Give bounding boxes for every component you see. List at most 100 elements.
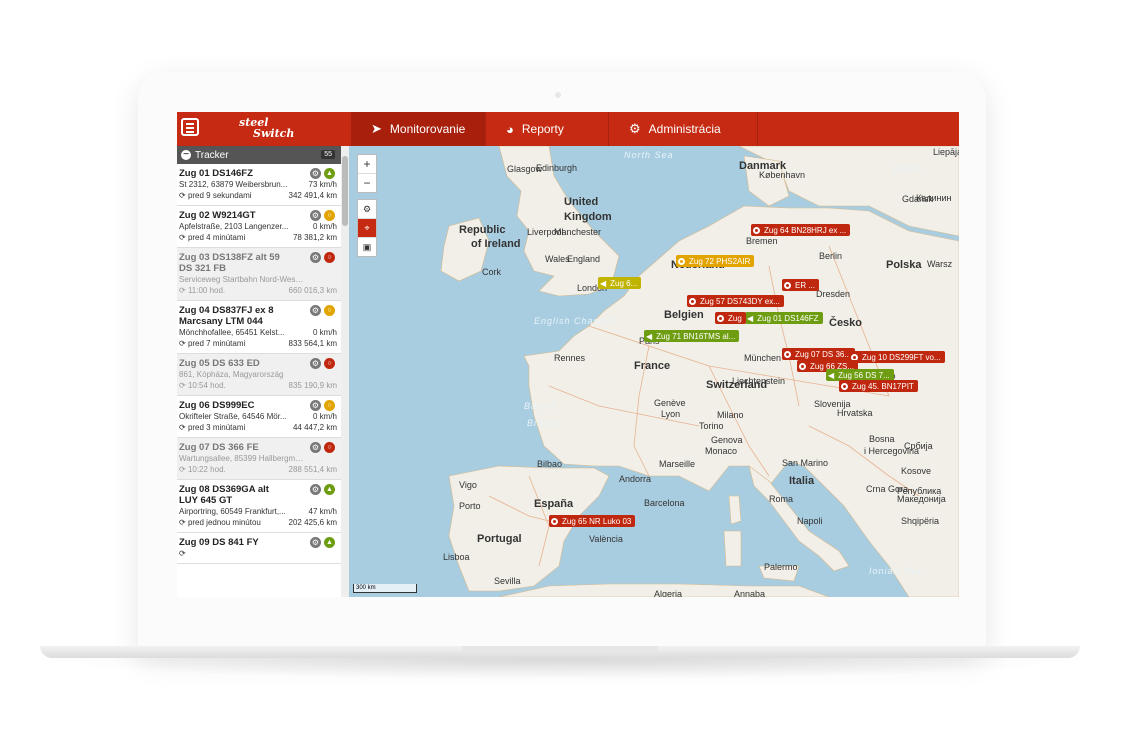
vehicle-marker[interactable]: Zug 07 DS 36... <box>782 348 856 360</box>
tracker-address-row: Wartungsallee, 85399 Hallbergmoos, D... <box>179 453 339 464</box>
tracker-address-row: Mönchhofallee, 65451 Kelst... 0 km/h <box>179 327 339 338</box>
tracker-item[interactable]: Zug 04 DS837FJ ex 8 Marcsany LTM 044 ⚙ ○ Mö… <box>177 301 341 354</box>
tracker-item[interactable]: Zug 08 DS369GA alt LUY 645 GT ⚙ ▲ Airportri… <box>177 480 341 533</box>
tracker-distance: 288 551,4 km <box>288 465 337 474</box>
map-label: Italia <box>789 475 815 487</box>
vehicle-marker[interactable]: Zug 65 NR Luko 03 <box>549 515 636 527</box>
map-label: Napoli <box>797 516 823 526</box>
zoom-in-button[interactable]: + <box>358 155 376 174</box>
nav-label: Administrácia <box>648 122 721 136</box>
tracker-time-row: ⟳ 10:54 hod. 835 190,9 km <box>179 380 339 391</box>
app-screen: steel Switch ➤ Monitorovanie ◕ Reporty ⚙… <box>177 112 959 597</box>
vehicle-marker[interactable]: Zug 64 BN28HRJ ex ... <box>751 224 851 236</box>
marker-label: Zug 65 NR Luko 03 <box>562 516 632 526</box>
vehicle-marker[interactable]: ◀ Zug 71 BN16TMS al... <box>644 330 740 342</box>
map-label: Republic <box>459 224 506 236</box>
status-icon: ○ <box>324 210 335 221</box>
top-navbar: steel Switch ➤ Monitorovanie ◕ Reporty ⚙… <box>177 112 959 146</box>
map-label: Algeria <box>654 589 683 597</box>
tracker-address: Apfelstraße, 2103 Langenzer... <box>179 222 289 231</box>
settings-icon[interactable]: ⚙ <box>310 484 321 495</box>
moving-arrow-icon: ◀ <box>600 278 607 288</box>
tracker-address-row: Apfelstraße, 2103 Langenzer... 0 km/h <box>179 221 339 232</box>
tracker-time: 10:54 hod. <box>187 381 226 390</box>
settings-icon[interactable]: ⚙ <box>310 168 321 179</box>
tracker-item[interactable]: Zug 03 DS138FZ alt 59 DS 321 FB ⚙ ○ Service… <box>177 248 341 301</box>
map-label: Kingdom <box>564 211 612 223</box>
marker-label: Zug 10 DS299FT vo... <box>862 352 941 362</box>
hamburger-menu-button[interactable] <box>181 118 199 136</box>
map-label: Portugal <box>477 533 522 545</box>
settings-icon[interactable]: ⚙ <box>310 252 321 263</box>
tracker-item[interactable]: Zug 07 DS 366 FE ⚙ ○ Wartungsallee, 85399 H… <box>177 438 341 480</box>
tracker-time: pred 7 minútami <box>187 339 246 348</box>
tracker-title: Tracker <box>195 149 229 161</box>
settings-icon[interactable]: ⚙ <box>310 537 321 548</box>
nav-reporty[interactable]: ◕ Reporty <box>486 112 609 146</box>
collapse-icon[interactable]: − <box>181 150 191 160</box>
settings-icon[interactable]: ⚙ <box>358 200 376 219</box>
tracker-speed: 47 km/h <box>308 507 337 516</box>
status-icon: ○ <box>324 358 335 369</box>
sidebar-scrollbar[interactable] <box>341 146 349 597</box>
tracker-header[interactable]: − Tracker 55 <box>177 146 341 164</box>
tracker-address: Airportring, 60549 Frankfurt,... <box>179 507 286 516</box>
scrollbar-thumb[interactable] <box>342 156 348 226</box>
vehicle-marker[interactable]: Zug 57 DS743DY ex... <box>687 295 784 307</box>
tracker-icons: ⚙ ○ <box>310 252 335 263</box>
tracker-count-badge: 55 <box>321 150 335 159</box>
settings-icon[interactable]: ⚙ <box>310 400 321 411</box>
map-label: Česko <box>829 317 863 329</box>
map-label: Ionian Sea <box>869 566 923 576</box>
status-icon: ○ <box>324 442 335 453</box>
map-label: Genève <box>654 398 686 408</box>
tracker-item[interactable]: Zug 02 W9214GT ⚙ ○ Apfelstraße, 2103 Langen… <box>177 206 341 248</box>
vehicle-marker[interactable]: ◀ Zug 6... <box>598 277 642 289</box>
nav-administracia[interactable]: ⚙ Administrácia <box>609 112 758 146</box>
tracker-item[interactable]: Zug 09 DS 841 FY ⚙ ▲ ⟳ <box>177 533 341 564</box>
refresh-icon: ⟳ <box>179 518 186 527</box>
map-view[interactable]: North Sea Bay of Biscay English Channel Balt… <box>349 146 959 597</box>
vehicle-marker[interactable]: ER ... <box>782 279 820 291</box>
vehicle-marker[interactable]: ◀ Zug 01 DS146FZ <box>745 312 823 324</box>
tracker-address-row: Airportring, 60549 Frankfurt,... 47 km/h <box>179 506 339 517</box>
tracker-item[interactable]: Zug 06 DS999EC ⚙ ○ Okrifteler Straße, 64546… <box>177 396 341 438</box>
vehicle-marker[interactable]: Zug 45. BN17PIT <box>839 380 918 392</box>
tracker-item[interactable]: Zug 05 DS 633 ED ⚙ ○ 861, Kópháza, Magyaror… <box>177 354 341 396</box>
tracker-time-row: ⟳ pred 9 sekundami 342 491,4 km <box>179 190 339 201</box>
app-logo[interactable]: steel Switch <box>239 117 294 139</box>
tracker-name: Zug 05 DS 633 ED <box>179 358 260 369</box>
map-label: United <box>564 196 599 208</box>
settings-icon[interactable]: ⚙ <box>310 358 321 369</box>
map-label: Edinburgh <box>536 163 578 173</box>
map-label: València <box>589 534 623 544</box>
map-label: Torino <box>699 421 724 431</box>
laptop-camera <box>555 92 561 98</box>
vehicle-marker[interactable]: Zug 10 DS299FT vo... <box>849 351 945 363</box>
zoom-out-button[interactable]: − <box>358 174 376 192</box>
tracker-speed: 73 km/h <box>308 180 337 189</box>
tracker-distance: 833 564,1 km <box>288 339 337 348</box>
nav-monitorovanie[interactable]: ➤ Monitorovanie <box>351 112 486 146</box>
vehicle-marker[interactable]: Zug 72 PHS2AIR <box>676 255 755 267</box>
settings-icon[interactable]: ⚙ <box>310 442 321 453</box>
marker-label: Zug 64 BN28HRJ ex ... <box>764 225 847 235</box>
map-label: Baltic <box>894 164 923 174</box>
map-label: Србија <box>904 441 933 451</box>
tracker-icons: ⚙ ○ <box>310 400 335 411</box>
save-icon[interactable]: ▣ <box>358 238 376 256</box>
tracker-icons: ⚙ ▲ <box>310 168 335 179</box>
vehicle-marker[interactable]: Zug <box>715 312 746 324</box>
settings-icon[interactable]: ⚙ <box>310 210 321 221</box>
tracker-item[interactable]: Zug 01 DS146FZ ⚙ ▲ St 2312, 63879 Weibersbr… <box>177 164 341 206</box>
status-icon: ○ <box>324 305 335 316</box>
zoom-control: + − <box>357 154 377 193</box>
tracker-name: Zug 06 DS999EC <box>179 400 255 411</box>
map-label: Biscay <box>527 418 560 428</box>
map-label: Berlin <box>819 251 843 261</box>
map-label: Bay of <box>524 401 556 411</box>
map-label: Калинин <box>916 193 952 203</box>
locate-icon[interactable]: ⌖ <box>358 219 376 238</box>
settings-icon[interactable]: ⚙ <box>310 305 321 316</box>
map-label: Liepāja <box>933 147 959 157</box>
